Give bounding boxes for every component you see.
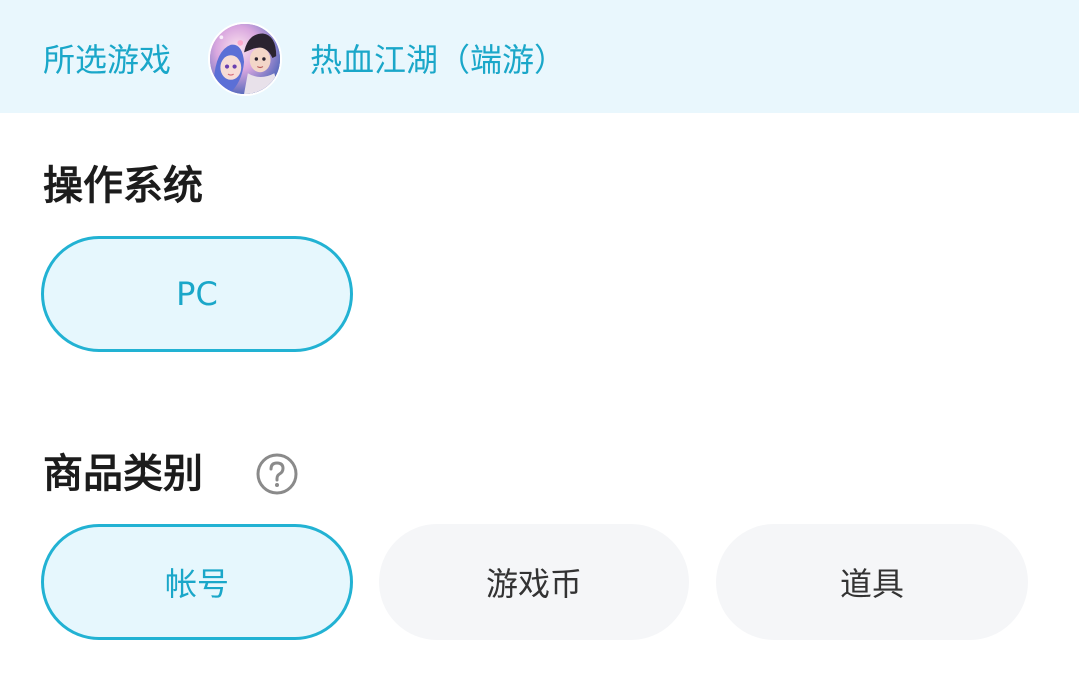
category-section-title: 商品类别 xyxy=(43,451,203,497)
category-option-item-label: 道具 xyxy=(839,565,904,603)
game-avatar-image xyxy=(210,24,280,94)
page: 所选游戏 热血江湖（端游） 操作系统 PC 商品类别 帐号 游戏币 道具 xyxy=(0,0,1079,697)
category-option-account[interactable]: 帐号 xyxy=(41,524,353,640)
selected-game-name: 热血江湖（端游） xyxy=(310,41,567,79)
category-option-account-label: 帐号 xyxy=(164,565,229,603)
selected-game-label: 所选游戏 xyxy=(43,41,172,79)
question-circle-icon[interactable] xyxy=(255,452,299,496)
game-avatar xyxy=(208,22,282,96)
os-section-title: 操作系统 xyxy=(43,163,203,209)
os-option-pc[interactable]: PC xyxy=(41,236,353,352)
selected-game-bar[interactable]: 所选游戏 热血江湖（端游） xyxy=(0,0,1079,113)
category-option-game-coin[interactable]: 游戏币 xyxy=(379,524,689,640)
os-option-pc-label: PC xyxy=(176,275,218,313)
category-option-item[interactable]: 道具 xyxy=(716,524,1028,640)
category-option-game-coin-label: 游戏币 xyxy=(485,565,582,603)
